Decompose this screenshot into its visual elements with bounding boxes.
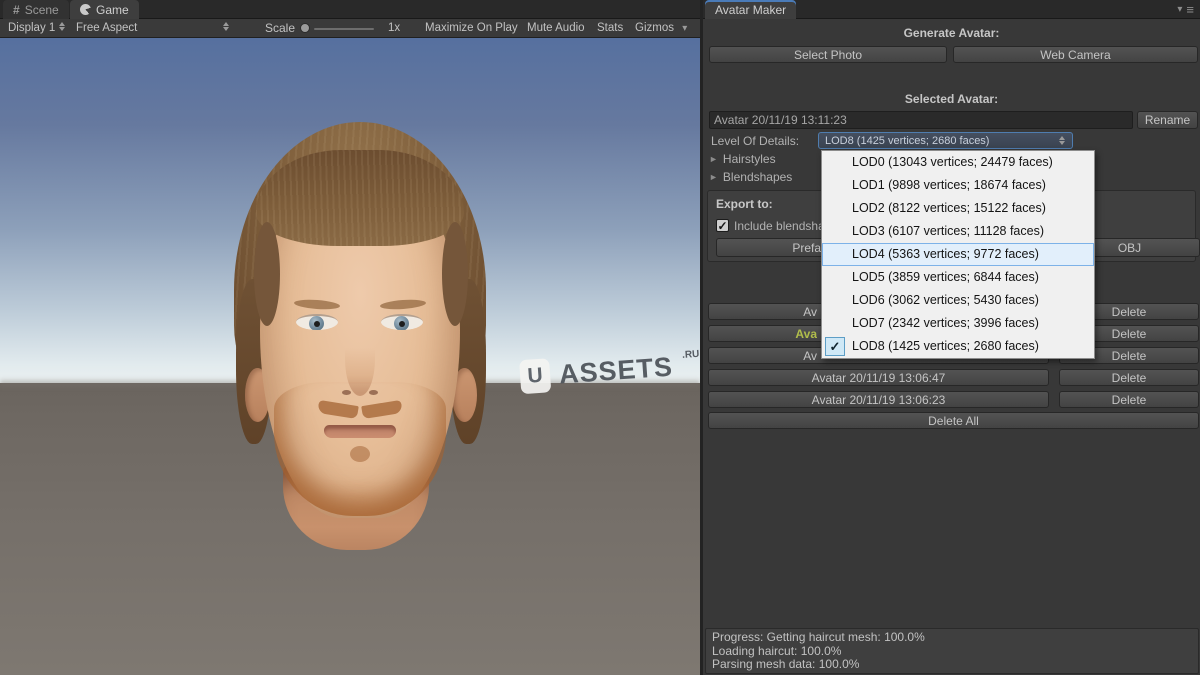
avatar-eye-right — [381, 314, 423, 330]
game-toolbar: Display 1 Free Aspect Scale 1x Maximize … — [0, 19, 700, 38]
scale-slider-thumb[interactable] — [300, 23, 310, 33]
updown-icon — [223, 22, 230, 31]
select-photo-button[interactable]: Select Photo — [709, 46, 947, 63]
foldout-blendshapes[interactable]: ► Blendshapes — [709, 170, 792, 184]
checkmark-icon: ✓ — [717, 219, 727, 233]
scene-grid-icon: # — [13, 3, 20, 17]
dropdown-arrow-icon: ▾ — [682, 23, 687, 34]
scale-slider-track[interactable] — [314, 28, 374, 30]
progress-line: Loading haircut: 100.0% — [712, 645, 1192, 659]
web-camera-button[interactable]: Web Camera — [953, 46, 1198, 63]
avatar-eye-left — [296, 314, 338, 330]
foldout-arrow-icon: ► — [709, 172, 718, 182]
tab-game-label: Game — [96, 3, 129, 17]
lod-option[interactable]: LOD5 (3859 vertices; 6844 faces) — [822, 266, 1094, 289]
checkmark-icon: ✓ — [825, 337, 845, 356]
lod-option-checked[interactable]: ✓ LOD8 (1425 vertices; 2680 faces) — [822, 335, 1094, 358]
avatar-mouth — [324, 425, 396, 438]
lod-option[interactable]: LOD1 (9898 vertices; 18674 faces) — [822, 174, 1094, 197]
game-viewport: U ASSETS .RU — [0, 38, 700, 675]
lod-option[interactable]: LOD6 (3062 vertices; 5430 faces) — [822, 289, 1094, 312]
gizmos-dropdown[interactable]: Gizmos ▾ — [635, 19, 687, 37]
avatar-row-button[interactable]: Avatar 20/11/19 13:06:47 — [708, 369, 1049, 386]
delete-avatar-button[interactable]: Delete — [1059, 369, 1199, 386]
lod-dropdown[interactable]: LOD8 (1425 vertices; 2680 faces) — [818, 132, 1073, 149]
lod-label: Level Of Details: — [711, 134, 799, 148]
watermark-text: ASSETS — [558, 351, 674, 390]
avatar-hairline — [256, 150, 464, 246]
selected-avatar-header: Selected Avatar: — [703, 92, 1200, 106]
watermark-u-logo: U — [519, 358, 551, 394]
avatar-chin-beard — [350, 446, 370, 462]
rename-button[interactable]: Rename — [1137, 111, 1198, 129]
include-blendshapes-checkbox[interactable]: ✓ — [716, 219, 729, 232]
avatar-maker-body: Generate Avatar: Select Photo Web Camera… — [703, 20, 1200, 675]
tab-game[interactable]: Game — [70, 0, 139, 19]
game-view-panel: # Scene Game ▾ ≡ Display 1 Free Aspect S… — [0, 0, 700, 675]
watermark-suffix: .RU — [682, 348, 700, 360]
maximize-on-play-button[interactable]: Maximize On Play — [425, 19, 518, 37]
updown-icon — [1059, 136, 1066, 145]
lod-option[interactable]: LOD2 (8122 vertices; 15122 faces) — [822, 197, 1094, 220]
avatar-row-button[interactable]: Avatar 20/11/19 13:06:23 — [708, 391, 1049, 408]
lod-dropdown-list: LOD0 (13043 vertices; 24479 faces) LOD1 … — [821, 150, 1095, 359]
scale-label: Scale — [265, 19, 295, 37]
tab-avatar-maker[interactable]: Avatar Maker — [705, 0, 796, 19]
scale-value: 1x — [388, 19, 400, 37]
tab-scene-label: Scene — [25, 3, 59, 17]
game-icon — [80, 4, 91, 15]
lod-option-highlighted[interactable]: LOD4 (5363 vertices; 9772 faces) — [822, 243, 1094, 266]
updown-icon — [59, 22, 66, 31]
tab-avatar-maker-label: Avatar Maker — [715, 3, 786, 17]
avatar-name-field[interactable]: Avatar 20/11/19 13:11:23 — [709, 111, 1133, 129]
mute-audio-button[interactable]: Mute Audio — [527, 19, 585, 37]
aspect-dropdown[interactable]: Free Aspect — [76, 19, 230, 37]
foldout-arrow-icon: ► — [709, 154, 718, 164]
stats-button[interactable]: Stats — [597, 19, 623, 37]
lod-option[interactable]: LOD3 (6107 vertices; 11128 faces) — [822, 220, 1094, 243]
progress-line: Progress: Getting haircut mesh: 100.0% — [712, 631, 1192, 645]
avatar-head-3d — [228, 94, 496, 564]
unity-editor-window: # Scene Game ▾ ≡ Display 1 Free Aspect S… — [0, 0, 1200, 675]
display-dropdown[interactable]: Display 1 — [8, 19, 66, 37]
avatar-maker-tabbar: Avatar Maker ▾ ≡ — [703, 0, 1200, 19]
avatar-temple-right — [442, 222, 468, 326]
avatar-temple-left — [254, 222, 280, 326]
dropdown-arrow-icon: ▾ — [1177, 4, 1182, 15]
game-tabbar: # Scene Game ▾ ≡ — [0, 0, 700, 19]
lod-option[interactable]: LOD7 (2342 vertices; 3996 faces) — [822, 312, 1094, 335]
generate-avatar-header: Generate Avatar: — [703, 26, 1200, 40]
progress-line: Parsing mesh data: 100.0% — [712, 658, 1192, 672]
tab-scene[interactable]: # Scene — [3, 0, 69, 19]
foldout-hairstyles[interactable]: ► Hairstyles — [709, 152, 776, 166]
lod-dropdown-value: LOD8 (1425 vertices; 2680 faces) — [825, 135, 989, 147]
menu-icon: ≡ — [1186, 2, 1194, 17]
delete-avatar-button[interactable]: Delete — [1059, 391, 1199, 408]
avatar-maker-panel: Avatar Maker ▾ ≡ Generate Avatar: Select… — [700, 0, 1200, 675]
progress-box: Progress: Getting haircut mesh: 100.0% L… — [705, 628, 1199, 674]
avatar-maker-tab-menu[interactable]: ▾ ≡ — [1177, 2, 1194, 17]
delete-all-button[interactable]: Delete All — [708, 412, 1199, 429]
export-to-header: Export to: — [716, 197, 773, 211]
lod-option[interactable]: LOD0 (13043 vertices; 24479 faces) — [822, 151, 1094, 174]
